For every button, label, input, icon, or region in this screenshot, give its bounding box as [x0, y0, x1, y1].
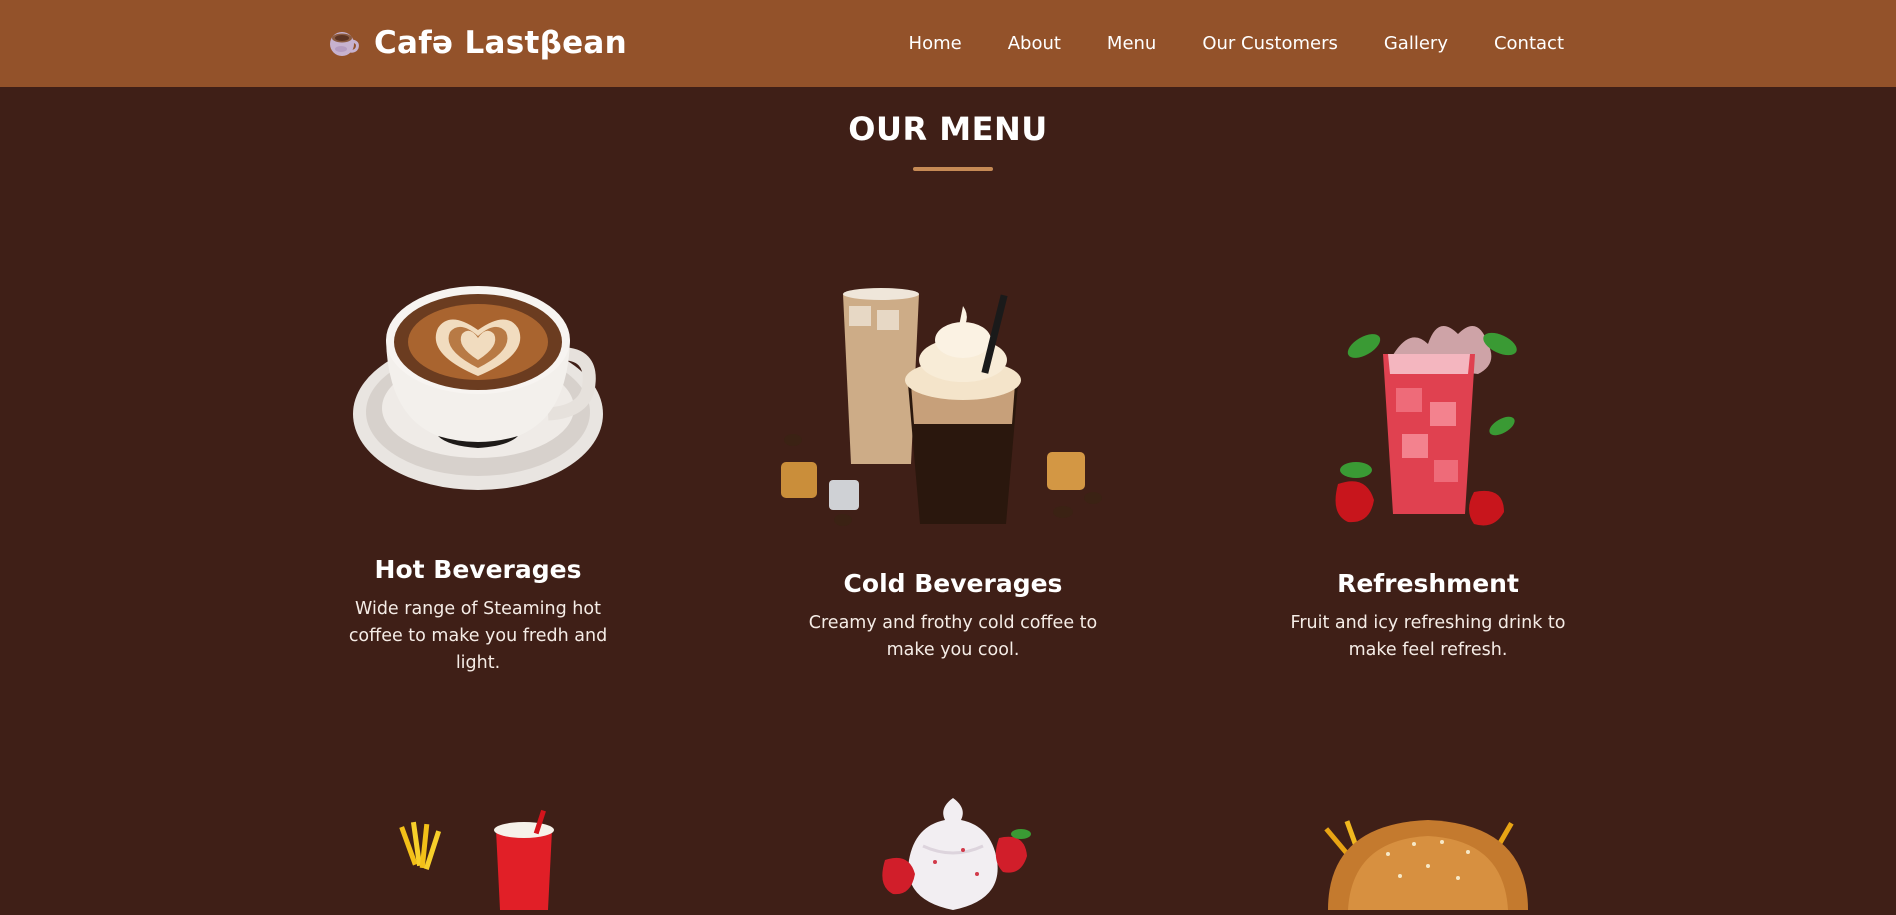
nav-link-about[interactable]: About	[1008, 33, 1061, 54]
nav-item-contact: Contact	[1494, 33, 1564, 54]
brand-name: Cafə Lastβean	[374, 25, 628, 61]
brand-logo-link[interactable]: Cafə Lastβean	[328, 22, 627, 64]
nav-item-home: Home	[909, 33, 962, 54]
nav-link-our-customers[interactable]: Our Customers	[1202, 33, 1338, 54]
menu-card-title: Cold Beverages	[843, 569, 1063, 598]
burger-image	[1238, 790, 1618, 910]
menu-card-title: Hot Beverages	[374, 555, 582, 584]
menu-card-hot-beverages: Hot Beverages Wide range of Steaming hot…	[288, 284, 668, 677]
nav-item-customers: Our Customers	[1202, 33, 1338, 54]
nav-item-about: About	[1008, 33, 1061, 54]
strawberry-drink-image	[1238, 284, 1618, 544]
nav-item-menu: Menu	[1107, 33, 1156, 54]
fries-and-soda-image	[288, 790, 668, 910]
nav-item-gallery: Gallery	[1384, 33, 1448, 54]
menu-card-title: Refreshment	[1337, 569, 1519, 598]
strawberry-ice-cream-image	[763, 790, 1143, 910]
main-nav: Home About Menu Our Customers Gallery Co…	[863, 0, 1564, 87]
nav-link-home[interactable]: Home	[909, 33, 962, 54]
menu-card-description: Fruit and icy refreshing drink to make f…	[1290, 613, 1566, 660]
nav-link-gallery[interactable]: Gallery	[1384, 33, 1448, 54]
nav-link-menu[interactable]: Menu	[1107, 33, 1156, 54]
menu-section-title: OUR MENU	[848, 110, 1048, 148]
menu-card-refreshment: Refreshment Fruit and icy refreshing dri…	[1238, 284, 1618, 664]
menu-card-description: Creamy and frothy cold coffee to make yo…	[808, 613, 1098, 660]
coffee-cup-icon	[328, 27, 360, 59]
title-underline	[913, 167, 993, 171]
iced-coffee-image	[763, 284, 1143, 544]
latte-art-cup-image	[288, 284, 668, 544]
menu-card-cold-beverages: Cold Beverages Creamy and frothy cold co…	[763, 284, 1143, 664]
nav-link-contact[interactable]: Contact	[1494, 33, 1564, 54]
navbar: Cafə Lastβean Home About Menu Our Custom…	[0, 0, 1896, 87]
menu-card-description: Wide range of Steaming hot coffee to mak…	[348, 599, 608, 673]
